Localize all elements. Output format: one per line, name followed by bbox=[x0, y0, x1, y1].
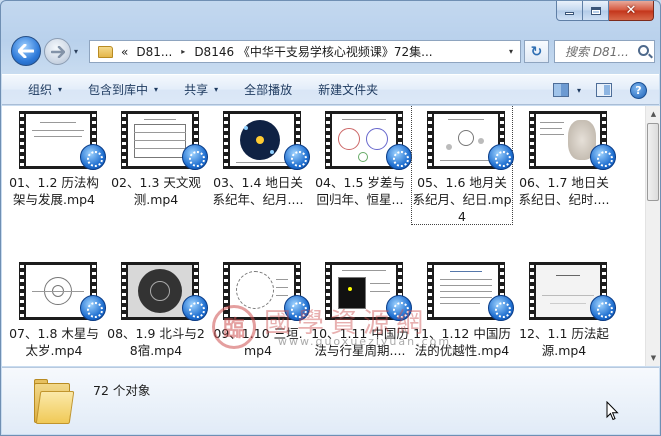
media-player-icon bbox=[386, 144, 412, 170]
details-pane: 72 个对象 bbox=[2, 367, 659, 434]
file-name: 08、1.9 北斗与28宿.mp4 bbox=[107, 326, 205, 358]
media-player-icon bbox=[80, 295, 106, 321]
media-player-icon bbox=[182, 144, 208, 170]
organize-menu[interactable]: 组织 ▾ bbox=[2, 74, 75, 105]
file-item[interactable]: 05、1.6 地月关系纪月、纪日.mp4 bbox=[411, 106, 514, 225]
media-player-icon bbox=[488, 295, 514, 321]
chevron-down-icon: ▾ bbox=[154, 85, 159, 94]
file-item[interactable]: 10、1.11 中国历法与行星周期.... bbox=[310, 257, 412, 366]
file-list[interactable]: 01、1.2 历法构架与发展.mp4 02、1.3 天文观测.mp4 03、1.… bbox=[2, 106, 645, 366]
change-view-button[interactable]: ▾ bbox=[552, 83, 581, 97]
breadcrumb-segment[interactable]: D8146 《中华干支易学核心视频课》72集... bbox=[194, 43, 432, 60]
arrow-right-icon bbox=[50, 45, 65, 58]
new-folder-button[interactable]: 新建文件夹 bbox=[305, 74, 391, 105]
file-item[interactable]: 08、1.9 北斗与28宿.mp4 bbox=[106, 257, 208, 366]
media-player-icon bbox=[182, 295, 208, 321]
breadcrumb-segment[interactable]: D81... bbox=[136, 45, 172, 59]
minimize-button[interactable] bbox=[556, 1, 583, 21]
explorer-window: ✕ ▾ « D81... ▸ D8146 《中华干支易学核心视频课》72集...… bbox=[0, 0, 661, 436]
file-item[interactable]: 06、1.7 地日关系纪日、纪时.... bbox=[514, 106, 616, 224]
play-all-button[interactable]: 全部播放 bbox=[231, 74, 305, 105]
close-icon: ✕ bbox=[625, 3, 637, 18]
scrollbar-thumb[interactable] bbox=[647, 123, 659, 201]
file-item[interactable]: 09、1.10 三垣.mp4 bbox=[208, 257, 310, 366]
item-count: 72 个对象 bbox=[93, 383, 151, 398]
view-icon bbox=[552, 83, 569, 97]
file-item[interactable]: 03、1.4 地日关系纪年、纪月.... bbox=[208, 106, 310, 224]
search-icon[interactable] bbox=[638, 45, 649, 56]
file-item[interactable]: 07、1.8 木星与太岁.mp4 bbox=[4, 257, 106, 366]
folder-icon bbox=[98, 45, 113, 58]
chevron-down-icon: ▾ bbox=[576, 85, 581, 95]
search-placeholder: 搜索 D81... bbox=[565, 45, 629, 59]
file-item[interactable]: 12、1.1 历法起源.mp4 bbox=[514, 257, 616, 366]
file-name: 03、1.4 地日关系纪年、纪月.... bbox=[212, 175, 304, 207]
folder-icon bbox=[34, 379, 75, 425]
caption-buttons: ✕ bbox=[556, 1, 654, 21]
file-name: 05、1.6 地月关系纪月、纪日.mp4 bbox=[412, 175, 512, 224]
address-overflow-chevron[interactable]: « bbox=[121, 45, 128, 59]
file-item[interactable]: 01、1.2 历法构架与发展.mp4 bbox=[4, 106, 106, 224]
media-player-icon bbox=[590, 144, 616, 170]
address-dropdown-button[interactable]: ▾ bbox=[502, 41, 520, 62]
file-name: 07、1.8 木星与太岁.mp4 bbox=[9, 326, 99, 358]
media-player-icon bbox=[80, 144, 106, 170]
file-name: 09、1.10 三垣.mp4 bbox=[213, 326, 303, 358]
scroll-up-button[interactable]: ▲ bbox=[646, 106, 661, 122]
media-player-icon bbox=[488, 144, 514, 170]
back-button[interactable] bbox=[11, 36, 41, 66]
command-bar: 组织 ▾ 包含到库中 ▾ 共享 ▾ 全部播放 新建文件夹 ▾ ? bbox=[2, 74, 659, 105]
file-name: 12、1.1 历法起源.mp4 bbox=[519, 326, 609, 358]
refresh-button[interactable]: ↻ bbox=[524, 40, 549, 63]
include-in-library-menu[interactable]: 包含到库中 ▾ bbox=[75, 74, 171, 105]
minimize-icon bbox=[565, 12, 574, 15]
navigation-bar: ▾ « D81... ▸ D8146 《中华干支易学核心视频课》72集... ▾… bbox=[7, 35, 655, 67]
recent-pages-dropdown[interactable]: ▾ bbox=[74, 47, 78, 56]
file-item[interactable]: 04、1.5 岁差与回归年、恒星... bbox=[310, 106, 412, 224]
media-player-icon bbox=[386, 295, 412, 321]
file-name: 06、1.7 地日关系纪日、纪时.... bbox=[518, 175, 610, 207]
scroll-down-button[interactable]: ▼ bbox=[646, 350, 661, 366]
breadcrumb-separator[interactable]: ▸ bbox=[181, 47, 185, 56]
file-name: 10、1.11 中国历法与行星周期.... bbox=[311, 326, 409, 358]
file-name: 04、1.5 岁差与回归年、恒星... bbox=[315, 175, 405, 207]
vertical-scrollbar[interactable]: ▲ ▼ bbox=[645, 106, 660, 366]
address-bar[interactable]: « D81... ▸ D8146 《中华干支易学核心视频课》72集... ▾ bbox=[89, 40, 521, 63]
organize-label: 组织 bbox=[28, 83, 53, 97]
close-button[interactable]: ✕ bbox=[609, 1, 654, 21]
maximize-button[interactable] bbox=[583, 1, 609, 21]
file-item[interactable]: 02、1.3 天文观测.mp4 bbox=[106, 106, 208, 224]
media-player-icon bbox=[590, 295, 616, 321]
arrow-left-icon bbox=[18, 44, 34, 58]
refresh-icon: ↻ bbox=[530, 43, 543, 60]
file-name: 02、1.3 天文观测.mp4 bbox=[111, 175, 201, 207]
maximize-icon bbox=[590, 6, 601, 15]
share-menu[interactable]: 共享 ▾ bbox=[171, 74, 231, 105]
media-player-icon bbox=[284, 144, 310, 170]
forward-button[interactable] bbox=[44, 38, 71, 65]
share-label: 共享 bbox=[184, 83, 209, 97]
chevron-down-icon: ▾ bbox=[214, 85, 219, 94]
help-icon[interactable]: ? bbox=[630, 82, 647, 99]
preview-pane-icon[interactable] bbox=[596, 83, 612, 97]
file-name: 01、1.2 历法构架与发展.mp4 bbox=[9, 175, 99, 207]
search-input[interactable]: 搜索 D81... bbox=[554, 40, 655, 63]
file-item[interactable]: 11、1.12 中国历法的优越性.mp4 bbox=[412, 257, 514, 366]
media-player-icon bbox=[284, 295, 310, 321]
file-name: 11、1.12 中国历法的优越性.mp4 bbox=[413, 326, 511, 358]
chevron-down-icon: ▾ bbox=[58, 85, 63, 94]
include-library-label: 包含到库中 bbox=[88, 83, 149, 97]
